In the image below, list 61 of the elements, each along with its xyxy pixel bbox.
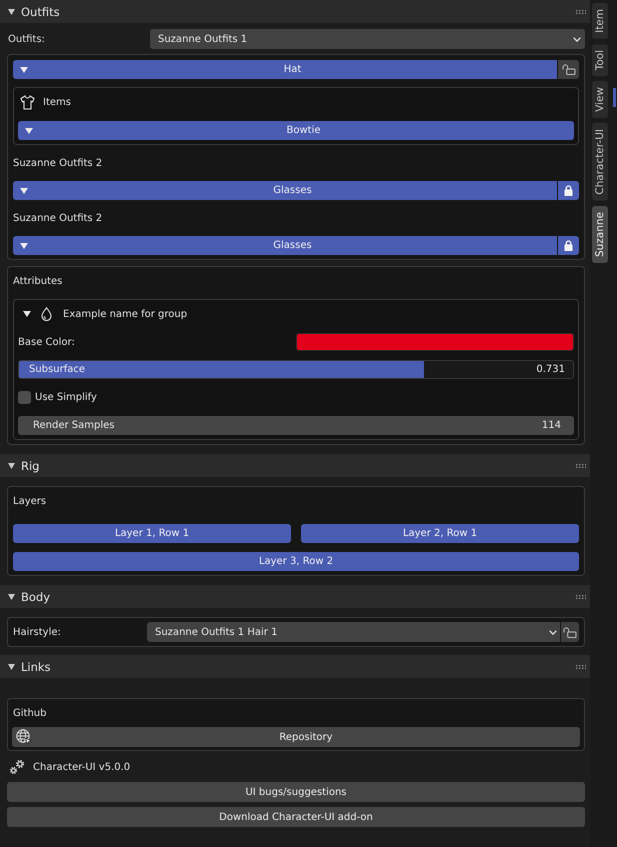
drag-grip-icon[interactable] bbox=[576, 594, 586, 598]
layer-toggle-button[interactable]: Layer 2, Row 1 bbox=[301, 524, 579, 543]
lock-button[interactable] bbox=[558, 181, 579, 200]
link-button[interactable]: UI bugs/suggestions bbox=[7, 782, 585, 802]
layer-toggle-button[interactable]: Layer 1, Row 1 bbox=[13, 524, 291, 543]
box-title: Layers bbox=[13, 496, 46, 506]
group-title: Example name for group bbox=[63, 308, 188, 320]
repository-button[interactable]: Repository bbox=[12, 727, 580, 747]
number-field[interactable]: Render Samples 114 bbox=[18, 416, 574, 435]
sidebar-tab[interactable]: View bbox=[592, 81, 608, 118]
padlock-icon bbox=[564, 240, 573, 251]
box-title: Attributes bbox=[13, 276, 62, 286]
outfit-piece-toggle[interactable]: Glasses bbox=[13, 236, 557, 255]
collection-label: Suzanne Outfits 2 bbox=[13, 212, 104, 226]
lock-button[interactable] bbox=[558, 60, 579, 79]
panel-header[interactable]: Links bbox=[0, 655, 590, 678]
drag-grip-icon[interactable] bbox=[576, 464, 586, 468]
layer-toggle-button[interactable]: Layer 3, Row 2 bbox=[13, 552, 579, 571]
color-swatch[interactable] bbox=[296, 333, 574, 351]
field-label: Outfits: bbox=[8, 34, 46, 44]
panel-title: Links bbox=[21, 660, 52, 674]
gears-icon bbox=[9, 759, 25, 775]
chevron-down-icon bbox=[573, 36, 581, 42]
panel-header[interactable]: Outfits bbox=[0, 0, 590, 23]
sidebar-tab[interactable]: Suzanne bbox=[592, 206, 608, 264]
open-padlock-icon bbox=[563, 626, 577, 638]
panel-header[interactable]: Rig bbox=[0, 454, 590, 477]
sidebar-tab[interactable]: Item bbox=[592, 3, 608, 39]
outfit-piece-toggle[interactable]: Hat bbox=[13, 60, 557, 79]
box-title: Github bbox=[13, 708, 46, 718]
outfit-dropdown[interactable]: Suzanne Outfits 1 bbox=[150, 29, 585, 49]
shirt-icon bbox=[20, 94, 35, 110]
sidebar-tab[interactable]: Character-UI bbox=[592, 123, 608, 201]
edge-marker bbox=[613, 88, 616, 107]
sidebar-tab[interactable]: Tool bbox=[592, 44, 608, 76]
drag-grip-icon[interactable] bbox=[576, 10, 586, 14]
collection-label: Suzanne Outfits 2 bbox=[13, 156, 104, 170]
lock-button[interactable] bbox=[561, 622, 579, 642]
hairstyle-dropdown[interactable]: Suzanne Outfits 1 Hair 1 bbox=[147, 622, 560, 642]
field-label: Hairstyle: bbox=[13, 626, 62, 638]
panel-title: Body bbox=[21, 590, 52, 604]
outfit-piece-toggle[interactable]: Bowtie bbox=[18, 121, 574, 140]
box-title: Items bbox=[43, 96, 71, 108]
checkbox-label[interactable]: Use Simplify bbox=[35, 392, 97, 402]
padlock-icon bbox=[564, 185, 573, 196]
chevron-down-icon bbox=[549, 630, 557, 634]
drag-grip-icon[interactable] bbox=[576, 664, 586, 668]
globe-cursor-icon bbox=[16, 729, 32, 745]
droplet-icon bbox=[41, 307, 52, 321]
checkbox[interactable] bbox=[18, 390, 31, 404]
version-label: Character-UI v5.0.0 bbox=[33, 762, 130, 772]
disclosure-triangle-icon[interactable] bbox=[23, 311, 31, 317]
panel-title: Outfits bbox=[21, 4, 61, 18]
panel-title: Rig bbox=[21, 458, 40, 472]
panel-header[interactable]: Body bbox=[0, 585, 590, 608]
link-button[interactable]: Download Character-UI add-on bbox=[7, 807, 585, 827]
property-label: Base Color: bbox=[18, 336, 76, 348]
lock-button[interactable] bbox=[558, 236, 579, 255]
open-padlock-icon bbox=[562, 64, 576, 75]
outfit-piece-toggle[interactable]: Glasses bbox=[13, 181, 557, 200]
slider-field[interactable]: Subsurface 0.731 bbox=[18, 360, 574, 379]
